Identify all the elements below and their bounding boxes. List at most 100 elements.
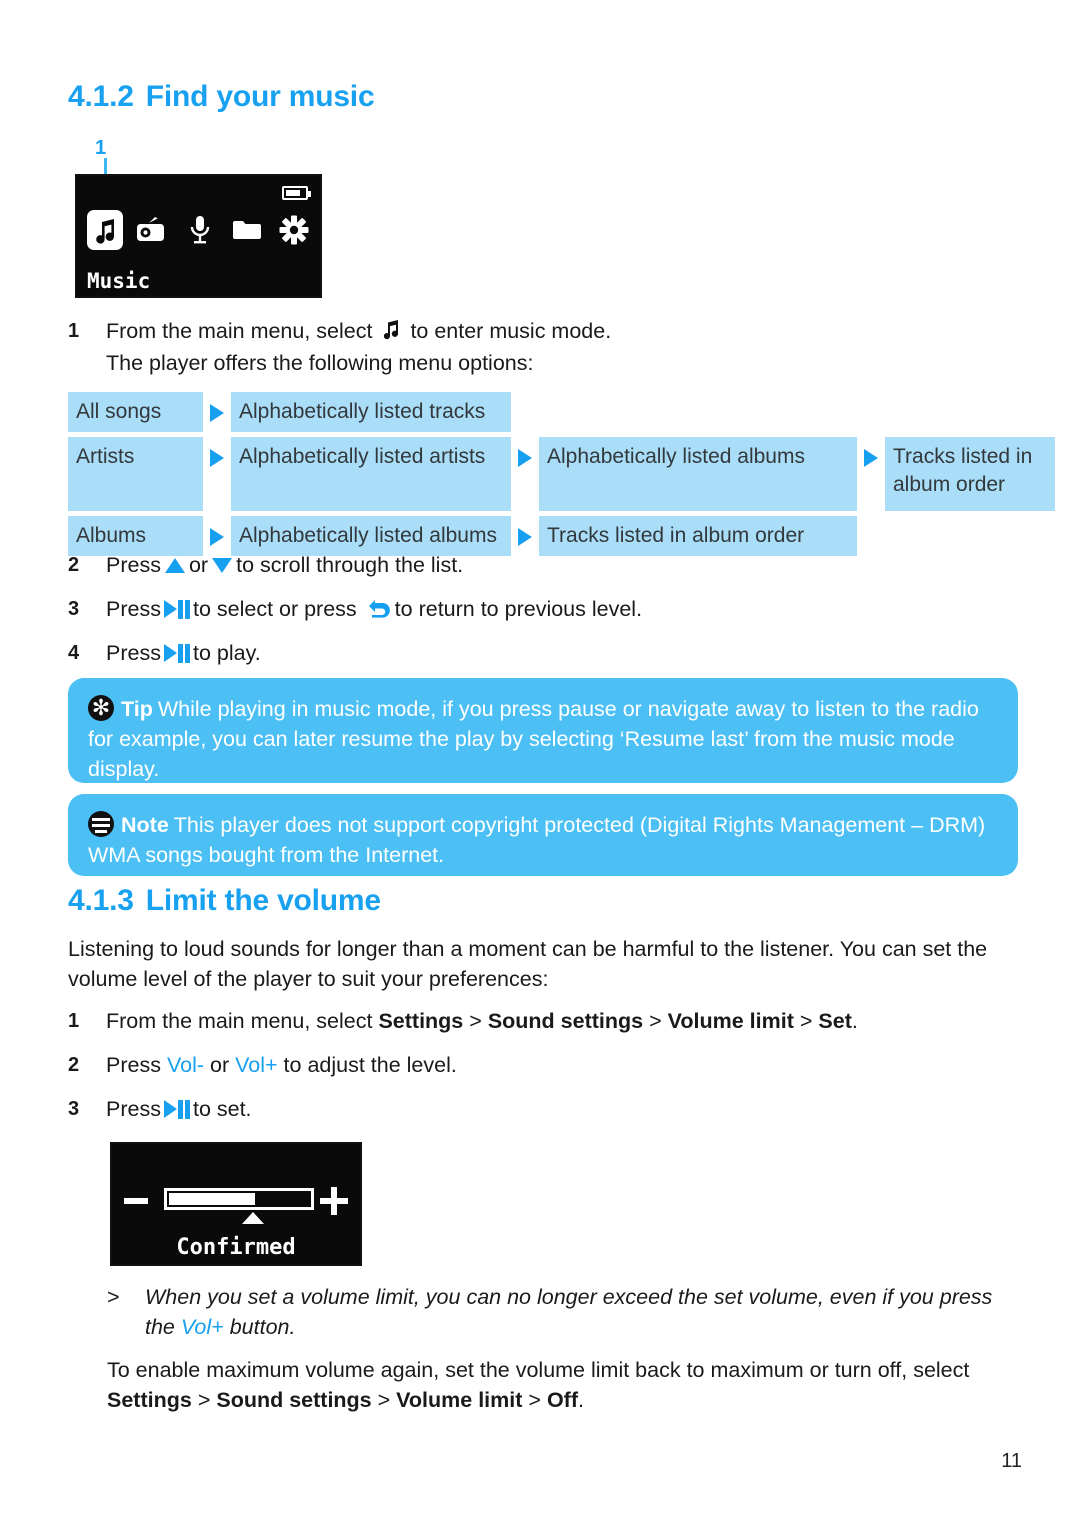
result-body: When you set a volume limit, you can no …: [145, 1282, 1022, 1342]
menu-level1-cell[interactable]: All songs: [68, 392, 203, 432]
step-body: Press or to scroll through the list.: [106, 550, 968, 580]
step-number: 3: [68, 1098, 80, 1120]
menu-path-sound-settings: Sound settings: [487, 1009, 644, 1033]
step-text-before: Press: [106, 553, 161, 577]
step-line2: The player offers the following menu opt…: [106, 351, 534, 375]
step-body: Press to select or press to return to pre…: [106, 594, 968, 626]
screen-selected-label: Music: [87, 269, 151, 293]
step-body: From the main menu, select Settings > So…: [106, 1006, 1008, 1036]
step-limit-volume-3: 3 Press to set.: [68, 1094, 1008, 1124]
device-screen-main-menu: Music: [75, 174, 322, 298]
callout-number-1: 1: [95, 137, 107, 159]
music-note-icon: [381, 318, 401, 348]
path-separator: >: [528, 1388, 541, 1412]
path-separator: >: [469, 1009, 482, 1033]
settings-gear-icon[interactable]: [276, 210, 312, 250]
menu-options-table: All songs Alphabetically listed tracks A…: [68, 392, 1055, 561]
step-text-after: to play.: [192, 641, 261, 665]
path-separator: >: [377, 1388, 391, 1412]
step-text-mid: or: [188, 553, 209, 577]
closing-line2-before: select: [913, 1358, 970, 1382]
menu-path-sound-settings: Sound settings: [216, 1388, 372, 1412]
step-text-after: to scroll through the list.: [236, 553, 464, 577]
tip-asterisk-icon: [88, 695, 114, 721]
section-number: 4.1.2: [68, 80, 134, 113]
vol-up-key-label: Vol+: [180, 1315, 224, 1339]
play-pause-icon: [163, 600, 190, 619]
step-text-before: Press: [106, 1053, 161, 1077]
table-row: All songs Alphabetically listed tracks: [68, 392, 1018, 432]
microphone-icon[interactable]: [181, 210, 217, 250]
play-pause-icon: [163, 1100, 190, 1119]
closing-paragraph: To enable maximum volume again, set the …: [107, 1355, 1022, 1415]
menu-level2-cell[interactable]: Alphabetically listed artists: [231, 437, 511, 511]
section-heading-find-music: 4.1.2 Find your music: [68, 80, 375, 114]
step-text-before: Press: [106, 597, 161, 621]
play-pause-icon: [163, 644, 190, 663]
path-separator: >: [649, 1009, 662, 1033]
tip-label: Tip: [121, 697, 153, 721]
path-separator: >: [197, 1388, 211, 1412]
step-find-music-1: 1 From the main menu, select to enter mu…: [68, 316, 968, 378]
step-text-after: .: [851, 1009, 858, 1033]
chevron-right-icon: [203, 437, 231, 511]
step-find-music-2: 2 Press or to scroll through the list.: [68, 550, 968, 580]
step-text-mid: or: [210, 1053, 230, 1077]
step-text-after: to return to previous level.: [394, 597, 643, 621]
tip-callout: TipWhile playing in music mode, if you p…: [68, 678, 1018, 783]
volume-bar: [164, 1188, 314, 1210]
step-text-before: Press: [106, 1097, 161, 1121]
step-number: 3: [68, 598, 80, 620]
note-lines-icon: [88, 811, 114, 837]
closing-line2-after: .: [577, 1388, 584, 1412]
arrow-down-icon: [212, 558, 233, 573]
plus-icon: [320, 1187, 348, 1215]
step-limit-volume-1: 1 From the main menu, select Settings > …: [68, 1006, 1008, 1036]
step-find-music-4: 4 Press to play.: [68, 638, 968, 668]
minus-icon: [124, 1198, 148, 1204]
section-title: Limit the volume: [145, 884, 381, 917]
note-label: Note: [121, 813, 169, 837]
step-body: From the main menu, select to enter musi…: [106, 316, 968, 378]
step-body: Press Vol- or Vol+ to adjust the level.: [106, 1050, 1008, 1080]
menu-level2-cell[interactable]: Alphabetically listed tracks: [231, 392, 511, 432]
menu-path-volume-limit: Volume limit: [396, 1388, 523, 1412]
note-text: This player does not support copyright p…: [88, 813, 986, 867]
menu-path-settings: Settings: [378, 1009, 464, 1033]
volume-bar-fill: [169, 1193, 256, 1205]
back-arrow-icon: [366, 596, 392, 626]
step-body: Press to play.: [106, 638, 968, 668]
step-text-after: to enter music mode.: [410, 319, 612, 343]
tip-text: While playing in music mode, if you pres…: [88, 697, 979, 781]
chevron-right-icon: [857, 437, 885, 511]
device-screen-volume: Confirmed: [110, 1142, 362, 1266]
menu-path-set: Set: [818, 1009, 852, 1033]
step-number: 2: [68, 554, 80, 576]
radio-icon[interactable]: [134, 210, 170, 250]
menu-level4-cell[interactable]: Tracks listed in album order: [885, 437, 1055, 511]
folder-icon[interactable]: [229, 210, 265, 250]
music-note-icon[interactable]: [87, 210, 124, 250]
result-text-after: button.: [229, 1315, 296, 1339]
vol-down-key-label: Vol-: [166, 1053, 205, 1077]
vol-up-key-label: Vol+: [235, 1053, 278, 1077]
volume-result-note: > When you set a volume limit, you can n…: [107, 1282, 1022, 1342]
step-number: 1: [68, 1010, 80, 1032]
step-text-after: to set.: [192, 1097, 252, 1121]
menu-level3-cell[interactable]: Alphabetically listed albums: [539, 437, 857, 511]
volume-limit-marker: [242, 1212, 265, 1224]
step-limit-volume-2: 2 Press Vol- or Vol+ to adjust the level…: [68, 1050, 1008, 1080]
step-text-before: From the main menu, select: [106, 1009, 373, 1033]
battery-icon: [282, 186, 311, 200]
path-separator: >: [799, 1009, 813, 1033]
document-page: 4.1.2 Find your music 1 Music 1 From the…: [0, 0, 1080, 1527]
chevron-right-icon: [203, 392, 231, 432]
menu-level1-cell[interactable]: Artists: [68, 437, 203, 511]
step-text-mid: to select or press: [192, 597, 357, 621]
table-row: Artists Alphabetically listed artists Al…: [68, 437, 1055, 511]
step-text-before: From the main menu, select: [106, 319, 373, 343]
step-text-after: to adjust the level.: [283, 1053, 457, 1077]
menu-path-volume-limit: Volume limit: [667, 1009, 794, 1033]
volume-status-text: Confirmed: [176, 1235, 296, 1260]
page-number: 11: [1001, 1450, 1022, 1472]
